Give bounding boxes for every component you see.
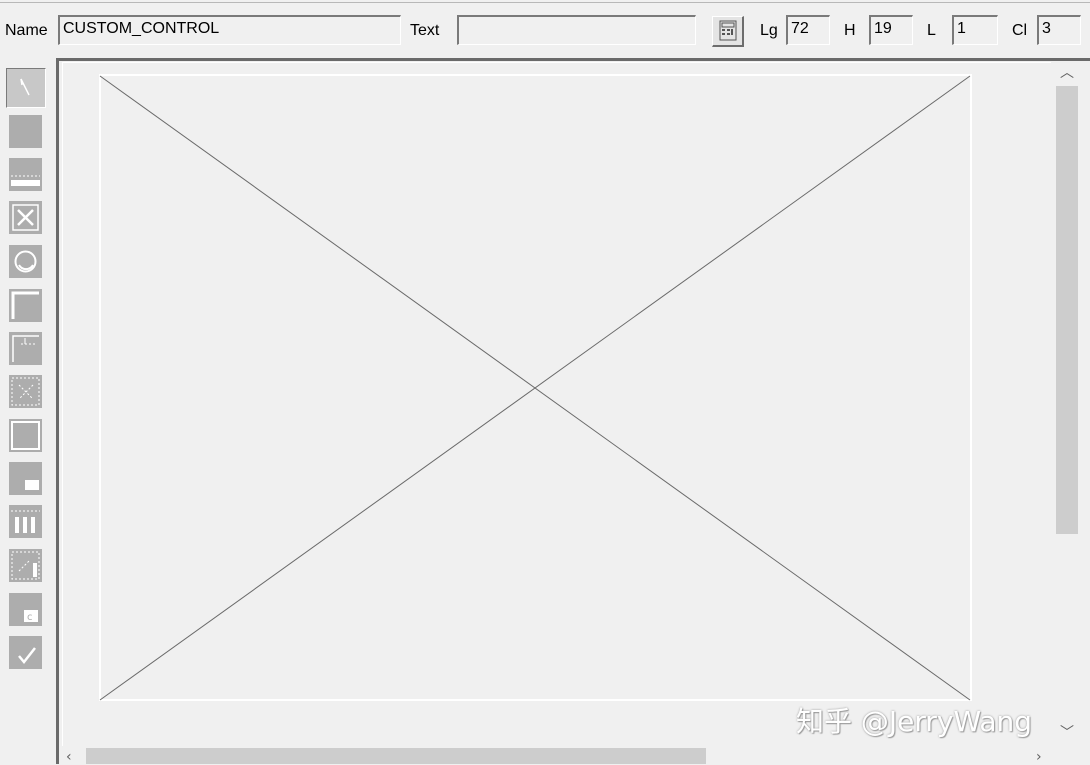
horizontal-scrollbar[interactable]: ‹ › (62, 746, 1050, 764)
scroll-down-icon[interactable]: ﹀ (1060, 726, 1074, 740)
vertical-scrollbar[interactable]: ︿ ﹀ (1052, 62, 1080, 748)
scroll-right-icon[interactable]: › (1036, 750, 1042, 764)
horizontal-scroll-thumb[interactable] (86, 748, 706, 764)
watermark: 知乎 @JerryWang (796, 705, 1033, 738)
scroll-left-icon[interactable]: ‹ (66, 750, 72, 764)
vertical-scroll-thumb[interactable] (1056, 86, 1078, 534)
scroll-up-icon[interactable]: ︿ (1060, 66, 1074, 80)
custom-control-placeholder[interactable] (0, 0, 1090, 764)
